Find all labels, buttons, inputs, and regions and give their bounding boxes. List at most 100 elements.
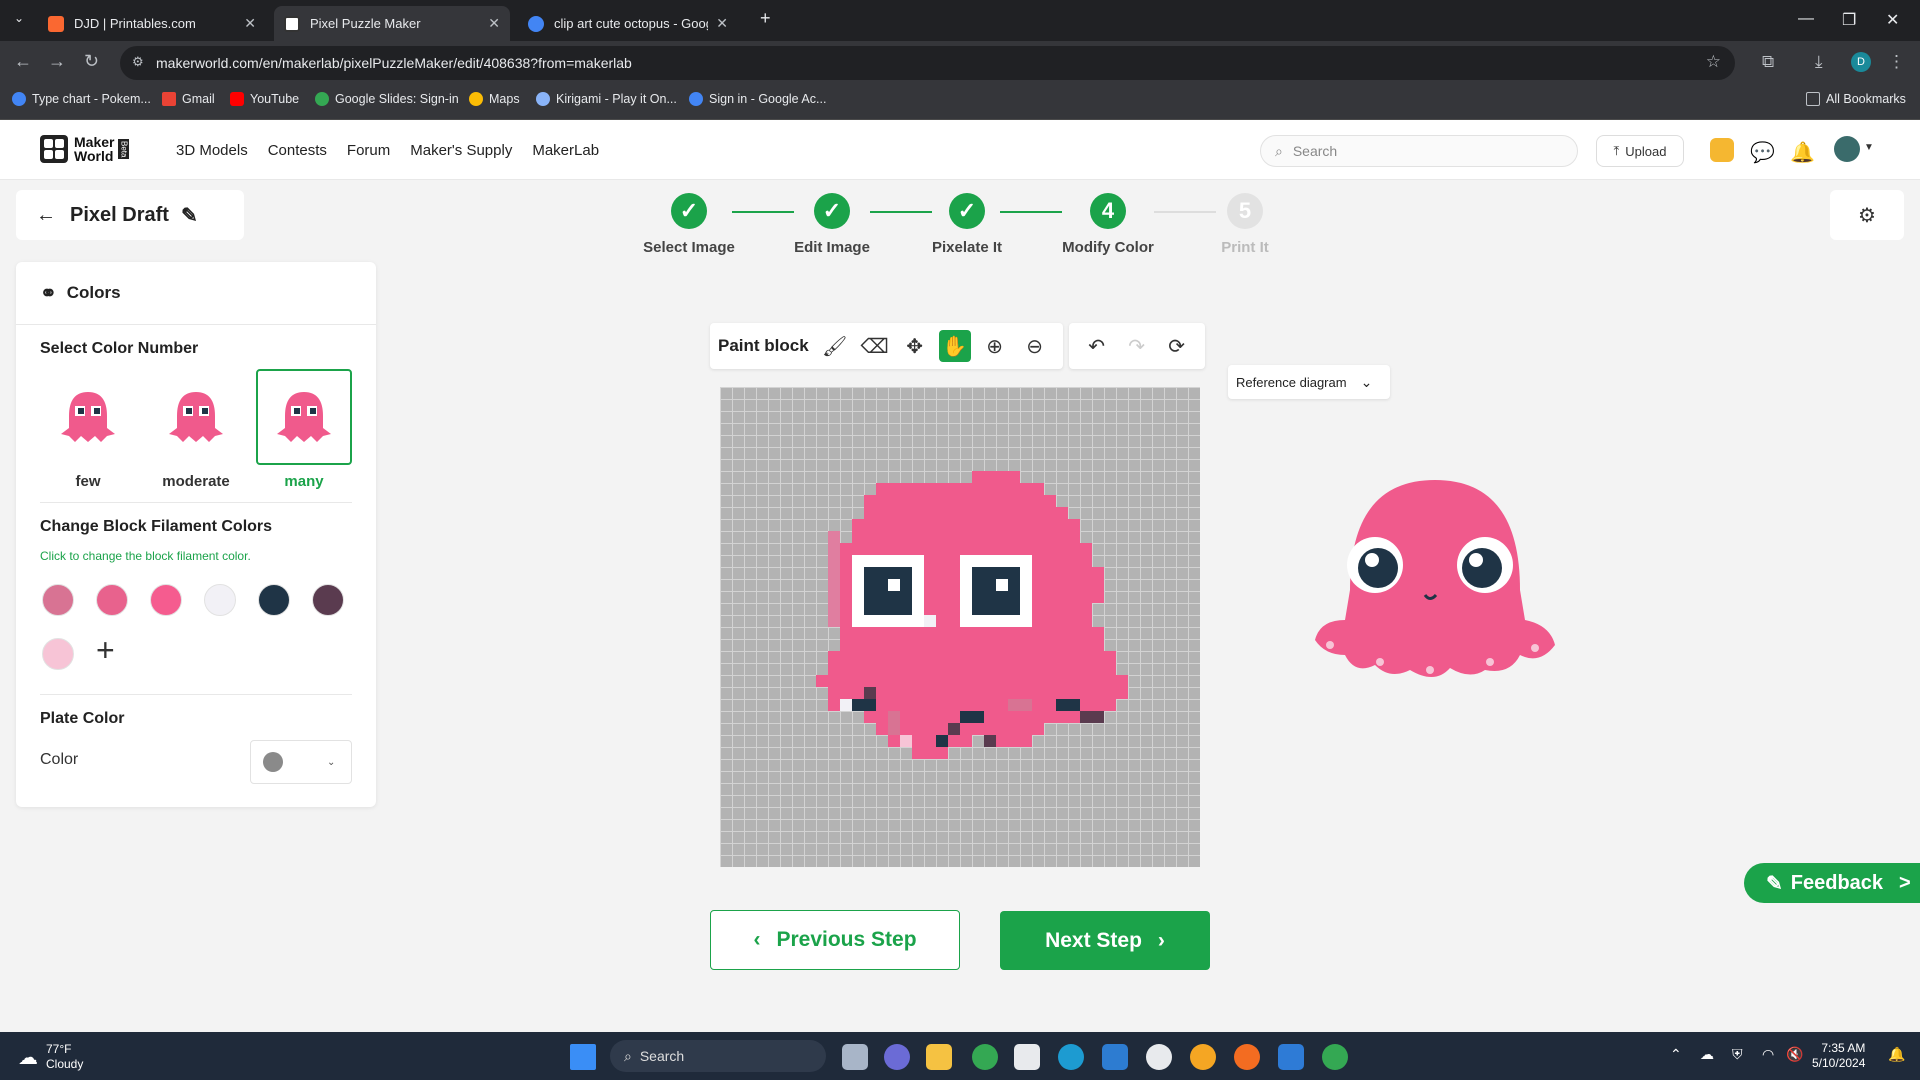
bookmark-item[interactable]: YouTube	[230, 92, 299, 106]
clock[interactable]: 7:35 AM 5/10/2024	[1812, 1041, 1865, 1071]
change-colors-hint: Click to change the block filament color…	[40, 549, 251, 563]
step-modify-color: 4 Modify Color	[1038, 190, 1178, 256]
wifi-icon[interactable]: ◠	[1762, 1046, 1774, 1063]
color-swatch[interactable]	[96, 584, 128, 616]
file-explorer-icon[interactable]	[926, 1044, 952, 1070]
taskbar-search[interactable]: ⌕ Search	[610, 1040, 826, 1072]
back-icon[interactable]: ←	[14, 51, 32, 72]
notifications-bell-icon[interactable]: 🔔	[1790, 140, 1815, 165]
menu-contests[interactable]: Contests	[268, 142, 327, 159]
new-tab-icon[interactable]: +	[760, 8, 771, 29]
eraser-icon[interactable]: ⌫	[859, 330, 891, 362]
chrome-menu-icon[interactable]: ⋮	[1888, 52, 1905, 72]
color-swatch[interactable]	[42, 584, 74, 616]
color-swatch[interactable]	[204, 584, 236, 616]
menu-3d-models[interactable]: 3D Models	[176, 142, 248, 159]
upload-button[interactable]: ⤒ Upload	[1596, 135, 1684, 167]
forward-icon[interactable]: →	[48, 51, 66, 72]
settings-button[interactable]: ⚙	[1830, 190, 1904, 240]
messages-icon[interactable]: 💬	[1750, 140, 1775, 165]
feedback-button[interactable]: ✎ Feedback >	[1744, 863, 1920, 903]
move-icon[interactable]: ✥	[899, 330, 931, 362]
reference-diagram-select[interactable]: Reference diagram ⌄	[1228, 365, 1390, 399]
tab-search-icon[interactable]: ⌄	[14, 11, 24, 25]
close-icon[interactable]: ✕	[488, 15, 500, 32]
color-swatch[interactable]	[150, 584, 182, 616]
color-swatch[interactable]	[312, 584, 344, 616]
makerworld-logo[interactable]: Maker World Beta	[40, 135, 130, 163]
notification-icon[interactable]: 🔔	[1888, 1046, 1905, 1063]
edge-icon[interactable]	[1058, 1044, 1084, 1070]
site-header: Maker World Beta 3D Models Contests Forum…	[0, 120, 1920, 180]
weather-widget[interactable]: ☁ 77°F Cloudy	[18, 1042, 83, 1072]
close-window-icon[interactable]: ✕	[1886, 10, 1899, 30]
color-swatch[interactable]	[258, 584, 290, 616]
add-color-icon[interactable]: +	[96, 632, 115, 669]
extensions-icon[interactable]: ⧉	[1762, 52, 1774, 72]
reset-icon[interactable]: ⟳	[1161, 330, 1193, 362]
address-bar[interactable]: ⚙ makerworld.com/en/makerlab/pixelPuzzle…	[120, 46, 1735, 80]
menu-makers-supply[interactable]: Maker's Supply	[410, 142, 512, 159]
dell-icon[interactable]	[1146, 1044, 1172, 1070]
tab-google-search[interactable]: clip art cute octopus - Google S ✕	[518, 6, 738, 41]
store-icon[interactable]	[1014, 1044, 1040, 1070]
bookmark-item[interactable]: Kirigami - Play it On...	[536, 92, 677, 106]
chevron-down-icon[interactable]: ▼	[1864, 142, 1874, 153]
reload-icon[interactable]: ↻	[84, 51, 99, 72]
tab-printables[interactable]: DJD | Printables.com ✕	[38, 6, 266, 41]
pixel-octopus	[816, 471, 1128, 759]
menu-makerlab[interactable]: MakerLab	[532, 142, 599, 159]
feedback-label: Feedback	[1790, 871, 1884, 894]
app-icon[interactable]	[1190, 1044, 1216, 1070]
chevron-up-icon[interactable]: ⌃	[1670, 1046, 1682, 1063]
bookmark-item[interactable]: Google Slides: Sign-in	[315, 92, 459, 106]
pixel-grid-canvas[interactable]	[720, 387, 1200, 867]
zoom-in-icon[interactable]: ⊕	[979, 330, 1011, 362]
menu-forum[interactable]: Forum	[347, 142, 390, 159]
option-many[interactable]: many	[256, 369, 352, 490]
app-icon[interactable]	[1234, 1044, 1260, 1070]
chrome-active-icon[interactable]	[1322, 1044, 1348, 1070]
all-bookmarks[interactable]: All Bookmarks	[1806, 92, 1906, 106]
browser-tab-strip: ⌄ DJD | Printables.com ✕ Pixel Puzzle Ma…	[0, 0, 1920, 41]
option-moderate[interactable]: moderate	[148, 369, 244, 490]
color-swatch[interactable]	[42, 638, 74, 670]
option-label: many	[284, 473, 324, 490]
security-icon[interactable]: ⛨	[1732, 1046, 1743, 1063]
reference-octopus-image	[1315, 480, 1555, 678]
option-few[interactable]: few	[40, 369, 136, 490]
coin-icon[interactable]	[1710, 138, 1734, 162]
undo-icon[interactable]: ↶	[1081, 330, 1113, 362]
tab-pixel-puzzle-maker[interactable]: Pixel Puzzle Maker ✕	[274, 6, 510, 41]
windows-start-icon[interactable]	[570, 1044, 596, 1070]
next-step-button[interactable]: Next Step ›	[1000, 911, 1210, 970]
volume-muted-icon[interactable]: 🔇	[1786, 1046, 1803, 1063]
previous-step-button[interactable]: ‹ Previous Step	[710, 910, 960, 970]
close-icon[interactable]: ✕	[716, 15, 728, 32]
restore-icon[interactable]: ❐	[1842, 10, 1856, 30]
bookmark-star-icon[interactable]: ☆	[1706, 52, 1721, 72]
profile-avatar[interactable]: D	[1851, 52, 1871, 72]
redo-icon[interactable]: ↷	[1121, 330, 1153, 362]
bookmark-item[interactable]: Sign in - Google Ac...	[689, 92, 826, 106]
bookmark-item[interactable]: Maps	[469, 92, 520, 106]
bookmark-item[interactable]: Gmail	[162, 92, 215, 106]
teams-icon[interactable]	[884, 1044, 910, 1070]
mail-icon[interactable]	[1102, 1044, 1128, 1070]
user-avatar[interactable]	[1834, 136, 1860, 162]
plate-color-select[interactable]: ⌄	[250, 740, 352, 784]
settings-gear-icon: ⚙	[1858, 204, 1876, 227]
chrome-icon[interactable]	[972, 1044, 998, 1070]
onedrive-icon[interactable]: ☁	[1700, 1046, 1714, 1063]
zoom-out-icon[interactable]: ⊖	[1019, 330, 1051, 362]
paint-brush-icon[interactable]: 🖌	[819, 330, 851, 362]
hand-pan-icon[interactable]: ✋	[938, 330, 971, 362]
close-icon[interactable]: ✕	[244, 15, 256, 32]
site-info-icon[interactable]: ⚙	[132, 54, 144, 70]
search-input[interactable]: ⌕ Search	[1260, 135, 1578, 167]
minimize-icon[interactable]: —	[1798, 10, 1814, 28]
app-icon[interactable]	[1278, 1044, 1304, 1070]
bookmark-item[interactable]: Type chart - Pokem...	[12, 92, 151, 106]
downloads-icon[interactable]: ⤓	[1815, 52, 1823, 72]
task-view-icon[interactable]	[842, 1044, 868, 1070]
